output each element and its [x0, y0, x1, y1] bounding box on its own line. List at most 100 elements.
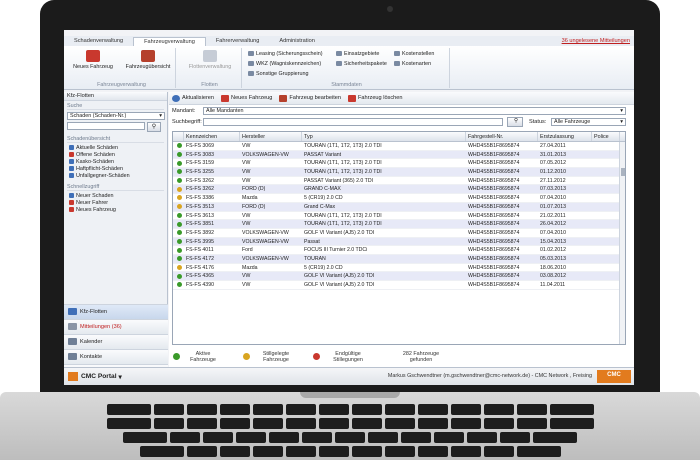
- nav-item-2[interactable]: Kalender: [64, 334, 168, 349]
- cell-kz: FS-FS 3995: [186, 238, 214, 245]
- cell-fin: WHD4S5B1F8695874: [468, 238, 520, 245]
- table-row[interactable]: FS-FS 3613 VW TOURAN (1T1, 1T2, 1T3) 2.0 T…: [173, 212, 625, 221]
- sidebar-link[interactable]: Kasko-Schäden: [67, 159, 164, 166]
- sidebar-link[interactable]: Neuer Fahrer: [67, 200, 164, 207]
- nav-item-1[interactable]: Mitteilungen (36): [64, 319, 168, 334]
- vehicle-overview-button[interactable]: Fahrzeugübersicht: [122, 50, 174, 70]
- new-vehicle-button[interactable]: Neues Fahrzeug: [72, 50, 114, 70]
- sonstige-button[interactable]: Sonstige Gruppierung: [248, 71, 308, 77]
- sicherheitspakete-button[interactable]: Sicherheitspakete: [336, 61, 387, 67]
- einsatzgebiete-button[interactable]: Einsatzgebiete: [336, 51, 379, 57]
- ribbon: Neues Fahrzeug Fahrzeugübersicht Fahrzeu…: [64, 46, 634, 90]
- table-row[interactable]: FS-FS 3159 VW TOURAN (1T1, 1T2, 1T3) 2.0 T…: [173, 159, 625, 169]
- table-row[interactable]: FS-FS 3892 VOLKSWAGEN-VW GOLF VI Variant (…: [173, 229, 625, 238]
- overview-section-label: Schadenübersicht: [67, 136, 164, 143]
- sidebar-link[interactable]: Haftpflicht-Schäden: [67, 166, 164, 173]
- table-row[interactable]: FS-FS 3513 FORD (D) Grand C-Max WHD4S5B1F86…: [173, 202, 625, 212]
- nav-item-0[interactable]: Kfz-Flotten: [64, 304, 168, 319]
- cell-fin: WHD4S5B1F8695874: [468, 255, 520, 262]
- sidebar-link[interactable]: Aktuelle Schäden: [67, 145, 164, 152]
- delete-vehicle-button[interactable]: Fahrzeug löschen: [348, 94, 402, 102]
- cell-police: [592, 168, 620, 176]
- key: [549, 404, 594, 415]
- table-row[interactable]: FS-FS 4390 VW GOLF VI Variant (AJ5) 2.0 TD…: [173, 281, 625, 290]
- cell-police: [592, 203, 620, 211]
- main-panel: Aktualisieren Neues Fahrzeug Fahrzeug be…: [169, 92, 634, 367]
- column-header[interactable]: Erstzulassung: [538, 132, 592, 141]
- toolbar-new-vehicle-button[interactable]: Neues Fahrzeug: [221, 94, 272, 102]
- wkz-button[interactable]: WKZ (Wagniskennzeichen): [248, 61, 321, 67]
- cell-typ: TOURAN (1T1, 1T2, 1T3) 2.0 TDI: [304, 212, 382, 219]
- sidebar-search-input[interactable]: [67, 122, 145, 130]
- kostenarten-button[interactable]: Kostenarten: [394, 61, 431, 67]
- mandant-select[interactable]: Alle Mandanten ▾: [203, 107, 626, 115]
- search-term-label: Suchbegriff:: [172, 119, 202, 125]
- damage-overview-section: Schadenübersicht Aktuelle Schäden Offene …: [64, 134, 167, 182]
- sidebar-search-button[interactable]: ⚲: [147, 122, 161, 132]
- table-row[interactable]: FS-FS 3851 VW TOURAN (1T1, 1T2, 1T3) 2.0 T…: [173, 220, 625, 229]
- tab-1[interactable]: Fahrzeugverwaltung: [133, 37, 206, 46]
- leasing-button[interactable]: Leasing (Sicherungsschein): [248, 51, 323, 57]
- table-row[interactable]: FS-FS 3255 VW TOURAN (1T1, 1T2, 1T3) 2.0 T…: [173, 168, 625, 177]
- column-header[interactable]: Police: [592, 132, 620, 141]
- portal-menu[interactable]: CMC Portal ▾: [68, 372, 122, 381]
- table-row[interactable]: FS-FS 3995 VOLKSWAGEN-VW Passat WHD4S5B1F86…: [173, 237, 625, 247]
- document-icon: [248, 61, 254, 67]
- grid-scrollbar[interactable]: [619, 142, 625, 344]
- sidebar-link[interactable]: Offene Schäden: [67, 152, 164, 159]
- active-status-icon: [177, 169, 182, 175]
- cell-kz: FS-FS 3083: [186, 151, 214, 158]
- stillgelegt-vehicles-stat[interactable]: Stillgelegte Fahrzeuge: [243, 351, 313, 363]
- table-row[interactable]: FS-FS 4365 VW GOLF VI Variant (AJ5) 2.0 TD…: [173, 272, 625, 281]
- list-icon: [69, 200, 74, 206]
- cell-hersteller: VW: [242, 177, 251, 184]
- table-row[interactable]: FS-FS 3069 VW TOURAN (1T1, 1T2, 1T3) 2.0 T…: [173, 142, 625, 151]
- column-header[interactable]: Typ: [302, 132, 466, 141]
- edit-vehicle-button[interactable]: Fahrzeug bearbeiten: [279, 94, 341, 102]
- table-row[interactable]: FS-FS 3262 FORD (D) GRAND C-MAX WHD4S5B1F86…: [173, 185, 625, 195]
- table-row[interactable]: FS-FS 4172 VOLKSWAGEN-VW TOURAN WHD4S5B1F86…: [173, 254, 625, 264]
- unread-messages-link[interactable]: 36 ungelesene Mitteilungen: [562, 38, 630, 44]
- cell-hersteller: VOLKSWAGEN-VW: [242, 229, 289, 236]
- sidebar-link[interactable]: Neues Fahrzeug: [67, 207, 164, 214]
- sidebar-link[interactable]: Unfallgegner-Schäden: [67, 173, 164, 180]
- column-header[interactable]: Kennzeichen: [184, 132, 240, 141]
- car-icon: [68, 308, 77, 316]
- tab-3[interactable]: Administration: [269, 37, 324, 46]
- table-row[interactable]: FS-FS 4176 Mazda 5 (CR19) 2.0 CD WHD4S5B1F8…: [173, 264, 625, 273]
- ribbon-tabbar: Schadenverwaltung Fahrzeugverwaltung Fahre…: [64, 36, 634, 46]
- key: [384, 446, 415, 457]
- nav-item-3[interactable]: Kontakte: [64, 349, 168, 364]
- endgueltig-stat[interactable]: Endgültige Stillegungen: [313, 351, 391, 363]
- search-button[interactable]: ⚲: [507, 117, 523, 127]
- keyboard-row: [80, 446, 620, 457]
- tab-0[interactable]: Schadenverwaltung: [64, 37, 133, 46]
- cell-hersteller: Mazda: [242, 264, 258, 271]
- refresh-button[interactable]: Aktualisieren: [172, 94, 214, 102]
- active-vehicles-stat[interactable]: Aktive Fahrzeuge: [173, 351, 243, 363]
- cell-fin: WHD4S5B1F8695874: [468, 169, 520, 176]
- key: [106, 404, 151, 415]
- table-row[interactable]: FS-FS 3083 VOLKSWAGEN-VW PASSAT Variant WHD…: [173, 150, 625, 160]
- list-icon: [69, 166, 74, 172]
- table-row[interactable]: FS-FS 3386 Mazda 5 (CR19) 2.0 CD WHD4S5B1F8…: [173, 194, 625, 203]
- search-term-input[interactable]: [203, 118, 503, 126]
- search-type-select[interactable]: Schaden (Schaden-Nr.) ▾: [67, 112, 165, 120]
- status-select[interactable]: Alle Fahrzeuge ▾: [551, 118, 626, 126]
- cell-typ: TOURAN: [304, 255, 326, 262]
- table-row[interactable]: FS-FS 4011 Ford FOCUS III Turnier 2.0 TDCi…: [173, 246, 625, 255]
- scrollbar-thumb[interactable]: [621, 168, 625, 176]
- table-row[interactable]: FS-FS 3262 VW PASSAT Variant (365) 2.0 TDI…: [173, 177, 625, 186]
- sidebar-link[interactable]: Neuer Schaden: [67, 193, 164, 200]
- column-header[interactable]: Hersteller: [240, 132, 302, 141]
- keyboard-row: [80, 404, 620, 415]
- search-type-value: Schaden (Schaden-Nr.): [70, 113, 127, 119]
- tab-2[interactable]: Fahrerverwaltung: [206, 37, 270, 46]
- kostenstellen-button[interactable]: Kostenstellen: [394, 51, 434, 57]
- cell-police: [592, 185, 620, 193]
- row-status-cell: [173, 151, 184, 159]
- cell-hersteller: VW: [242, 273, 251, 280]
- column-header[interactable]: Fahrgestell-Nr.: [466, 132, 538, 141]
- cell-fin: WHD4S5B1F8695874: [468, 195, 520, 202]
- fleet-management-button[interactable]: Flottenverwaltung: [184, 50, 236, 70]
